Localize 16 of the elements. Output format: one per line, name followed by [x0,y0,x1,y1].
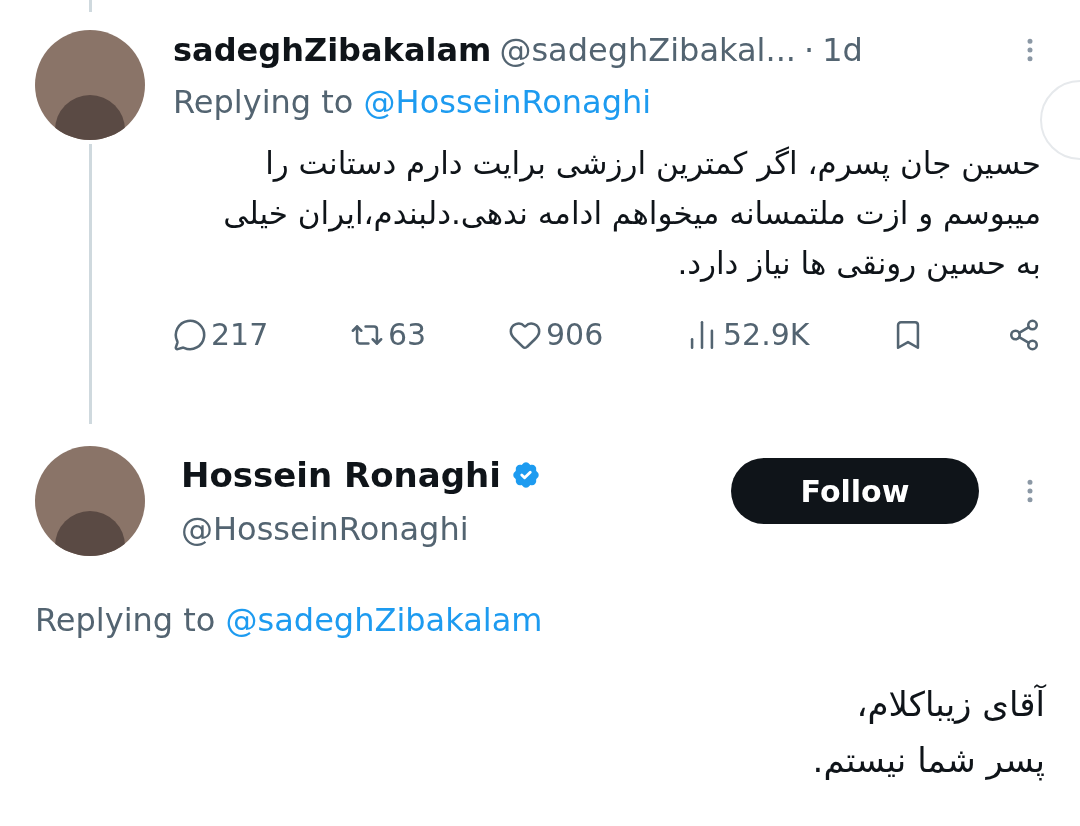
views-button[interactable]: 52.9K [684,312,810,357]
user-handle: @HosseinRonaghi [181,508,470,550]
repost-button[interactable]: 63 [350,312,427,357]
tweet-text: آقای زیباکلام، پسر شما نیستم. [811,683,1045,783]
user-name[interactable]: sadeghZibakalam [173,30,492,70]
follow-button[interactable]: Follow [731,458,979,524]
reply-button[interactable]: 217 [173,312,269,357]
timestamp[interactable]: 1d [822,30,863,70]
tweet-text: حسین جان پسرم، اگر کمترین ارزشی برایت دارم دستانت را میبوسم و ازت ملتمسانه میخواهم ادامه ندهی.دلبندم،ایران خیلی به حسین رونقی ها نیاز دارد. [222,144,1042,284]
like-button[interactable]: 906 [507,312,604,357]
separator: · [804,30,815,70]
replying-label: Replying to [35,601,217,639]
replying-label: Replying to [173,83,355,121]
user-name[interactable]: Hossein Ronaghi [181,449,501,501]
reply-icon [173,317,207,352]
user-handle: @sadeghZibakal... [499,30,796,70]
